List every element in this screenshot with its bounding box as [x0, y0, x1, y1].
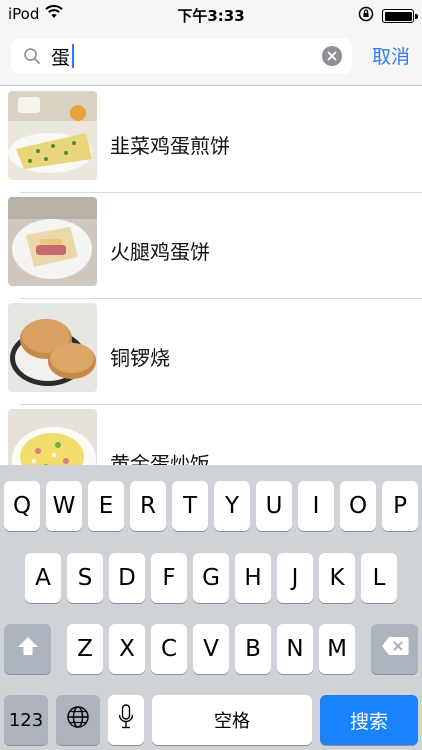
key-a[interactable]: A [25, 553, 61, 603]
key-e[interactable]: E [88, 481, 124, 531]
key-r[interactable]: R [130, 481, 166, 531]
status-right [358, 6, 418, 26]
key-g[interactable]: G [193, 553, 229, 603]
key-x[interactable]: X [109, 624, 145, 674]
delete-key[interactable] [371, 624, 418, 674]
search-icon [21, 45, 43, 67]
numbers-key[interactable]: 123 [4, 695, 48, 745]
key-p[interactable]: P [382, 481, 418, 531]
recipe-title: 铜锣烧 [110, 346, 170, 370]
search-field[interactable]: 蛋 [11, 38, 352, 74]
shift-icon [16, 635, 40, 663]
globe-key[interactable] [56, 695, 100, 745]
list-item[interactable]: 黄金蛋炒饭 [0, 405, 422, 465]
dictation-key[interactable] [108, 695, 144, 745]
key-y[interactable]: Y [214, 481, 250, 531]
key-l[interactable]: L [361, 553, 397, 603]
key-b[interactable]: B [235, 624, 271, 674]
key-v[interactable]: V [193, 624, 229, 674]
list-item[interactable]: 火腿鸡蛋饼 [0, 193, 422, 299]
key-w[interactable]: W [46, 481, 82, 531]
search-bar: 蛋 取消 [0, 30, 422, 86]
backspace-icon [381, 636, 409, 662]
key-c[interactable]: C [151, 624, 187, 674]
key-s[interactable]: S [67, 553, 103, 603]
results-list: 韭菜鸡蛋煎饼 火腿鸡蛋饼 铜锣烧 黄金蛋炒饭 [0, 87, 422, 465]
key-k[interactable]: K [319, 553, 355, 603]
key-d[interactable]: D [109, 553, 145, 603]
shift-key[interactable] [4, 624, 51, 674]
cancel-button[interactable]: 取消 [372, 42, 410, 69]
key-z[interactable]: Z [67, 624, 103, 674]
search-query: 蛋 [51, 46, 71, 69]
key-o[interactable]: O [340, 481, 376, 531]
key-i[interactable]: I [298, 481, 334, 531]
space-key[interactable]: 空格 [152, 695, 312, 745]
list-item[interactable]: 铜锣烧 [0, 299, 422, 405]
globe-icon [66, 705, 90, 735]
key-n[interactable]: N [277, 624, 313, 674]
key-j[interactable]: J [277, 553, 313, 603]
list-item[interactable]: 韭菜鸡蛋煎饼 [0, 87, 422, 193]
rotation-lock-icon [358, 6, 374, 26]
clear-icon[interactable] [322, 46, 342, 66]
key-f[interactable]: F [151, 553, 187, 603]
recipe-thumbnail [8, 303, 97, 392]
search-key[interactable]: 搜索 [320, 695, 418, 745]
key-q[interactable]: Q [4, 481, 40, 531]
status-bar: iPod 下午3:33 [0, 0, 422, 30]
battery-icon [382, 9, 418, 23]
key-h[interactable]: H [235, 553, 271, 603]
key-m[interactable]: M [319, 624, 355, 674]
recipe-thumbnail [8, 91, 97, 180]
key-u[interactable]: U [256, 481, 292, 531]
keyboard: Q W E R T Y U I O P A S D F G H J K L Z … [0, 465, 422, 750]
recipe-title: 火腿鸡蛋饼 [110, 240, 210, 264]
search-input[interactable]: 蛋 [51, 43, 75, 70]
recipe-title: 黄金蛋炒饭 [110, 452, 210, 465]
recipe-thumbnail [8, 409, 97, 465]
text-cursor [72, 44, 75, 68]
recipe-thumbnail [8, 197, 97, 286]
key-t[interactable]: T [172, 481, 208, 531]
recipe-title: 韭菜鸡蛋煎饼 [110, 134, 230, 158]
microphone-icon [118, 704, 134, 736]
